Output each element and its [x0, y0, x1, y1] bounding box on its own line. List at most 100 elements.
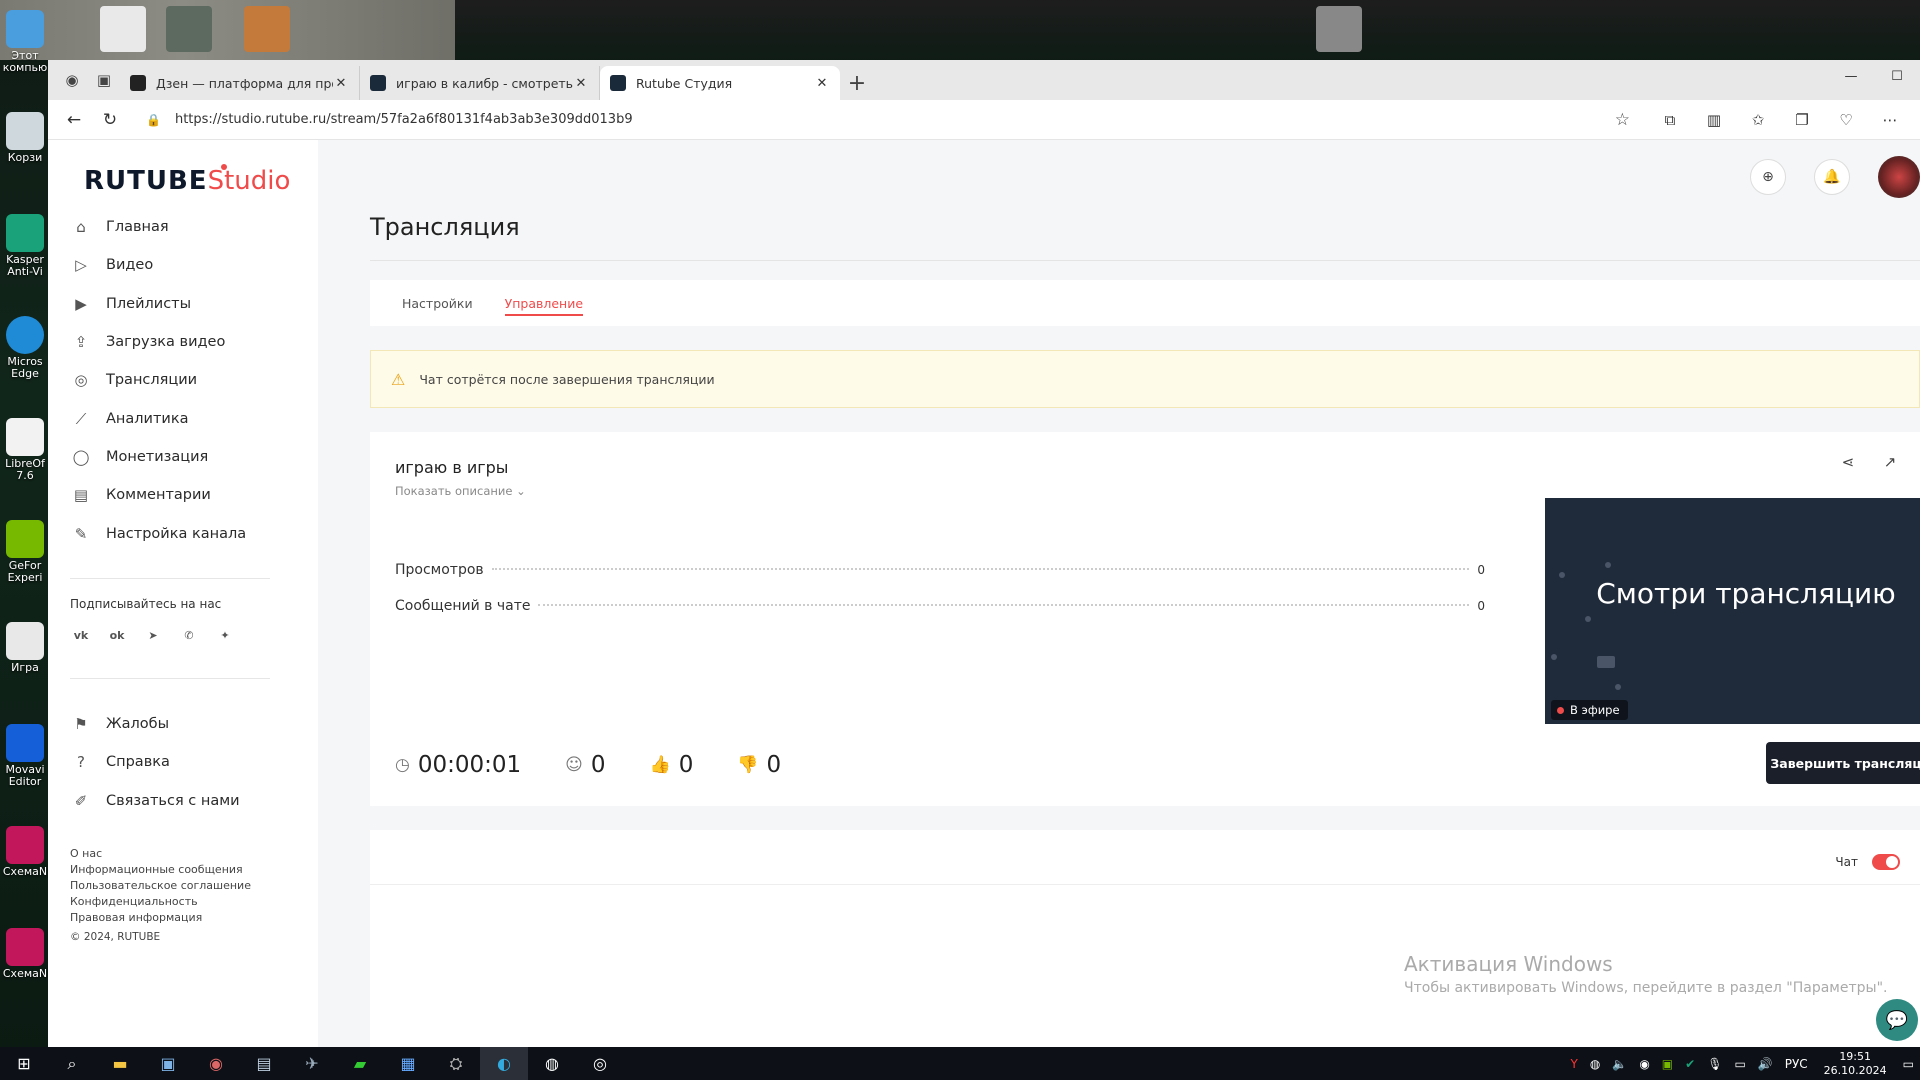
start-button[interactable]: ⊞ — [0, 1047, 48, 1080]
support-chat-button[interactable]: 💬 — [1876, 999, 1918, 1041]
url-field[interactable]: 🔒 https://studio.rutube.ru/stream/57fa2a… — [134, 105, 1642, 135]
extensions-button[interactable]: ⧉ — [1648, 104, 1692, 136]
desktop-icon-geforce[interactable]: GeFor Experi — [2, 520, 48, 584]
chat-toggle[interactable]: Чат — [1835, 854, 1900, 870]
close-tab-icon[interactable]: ✕ — [573, 76, 589, 91]
new-tab-button[interactable]: + — [840, 66, 874, 100]
odnoklassniki-icon[interactable]: ok — [106, 624, 128, 646]
desktop-icon-archive-2[interactable]: СхемаN — [2, 928, 48, 980]
tank-game-icon[interactable] — [166, 6, 212, 52]
show-description-toggle[interactable]: Показать описание ⌄ — [395, 484, 526, 498]
live-label: В эфире — [1570, 703, 1620, 717]
favorites-button[interactable]: ✩ — [1736, 104, 1780, 136]
taskbar-app-1[interactable]: ▣ — [144, 1047, 192, 1080]
browser-essentials-button[interactable]: ♡ — [1824, 104, 1868, 136]
favorite-star-icon[interactable]: ☆ — [1615, 110, 1630, 130]
avatar[interactable] — [1878, 156, 1920, 198]
chat-switch[interactable] — [1872, 854, 1900, 870]
speaker-icon[interactable]: 🔊 — [1758, 1057, 1773, 1071]
taskbar-app-7[interactable]: ⛭ — [432, 1047, 480, 1080]
notification-center-icon[interactable]: ▭ — [1903, 1057, 1914, 1071]
plus-box-icon: ⊕ — [1762, 169, 1774, 185]
taskbar-app-2[interactable]: ◉ — [192, 1047, 240, 1080]
notifications-button[interactable]: 🔔 — [1814, 159, 1850, 195]
more-menu-button[interactable]: ⋯ — [1868, 104, 1912, 136]
logo-sub-text: Studio — [207, 166, 291, 196]
close-tab-icon[interactable]: ✕ — [333, 76, 349, 91]
reload-button[interactable]: ↻ — [92, 104, 128, 136]
telegram-icon[interactable]: ➤ — [142, 624, 164, 646]
taskbar-steam[interactable]: ◍ — [528, 1047, 576, 1080]
back-button[interactable]: ← — [56, 104, 92, 136]
tab-management[interactable]: Управление — [504, 280, 584, 326]
footer-link-legal[interactable]: Правовая информация — [70, 910, 251, 926]
tab-settings[interactable]: Настройки — [402, 280, 473, 326]
sidebar-item-playlists[interactable]: ▶ Плейлисты — [70, 285, 310, 323]
desktop-icon-edge[interactable]: Micros Edge — [2, 316, 48, 380]
viber-icon[interactable]: ✆ — [178, 624, 200, 646]
stream-preview[interactable]: Смотри трансляцию В эфире — [1545, 498, 1920, 724]
taskbar-app-6[interactable]: ▦ — [384, 1047, 432, 1080]
taskbar-search[interactable]: ⌕ — [48, 1047, 96, 1080]
footer-link-about[interactable]: О нас — [70, 846, 251, 862]
steam-tray-icon[interactable]: ◍ — [1590, 1057, 1600, 1071]
desktop-icon-recycle[interactable]: Корзи — [2, 112, 48, 164]
yandex-icon[interactable]: Y — [1571, 1057, 1578, 1071]
split-screen-button[interactable]: ▥ — [1692, 104, 1736, 136]
browser-tab-dzen[interactable]: Дзен — платформа для просмотр ✕ — [120, 66, 360, 100]
taskbar-obs[interactable]: ◎ — [576, 1047, 624, 1080]
game-character-icon[interactable] — [244, 6, 290, 52]
sidebar-item-video[interactable]: ▷ Видео — [70, 246, 310, 284]
sidebar-item-comments[interactable]: ▤ Комментарии — [70, 476, 310, 514]
footer-link-agreement[interactable]: Пользовательское соглашение — [70, 878, 251, 894]
vk-icon[interactable]: vk — [70, 624, 92, 646]
taskbar-app-3[interactable]: ▤ — [240, 1047, 288, 1080]
sidebar-item-contact[interactable]: ✐ Связаться с нами — [70, 782, 310, 820]
minimize-icon[interactable]: — — [1828, 60, 1874, 92]
sidebar-item-upload[interactable]: ⇪ Загрузка видео — [70, 323, 310, 361]
desktop-icon-kaspersky[interactable]: Kasper Anti-Vi — [2, 214, 48, 278]
close-tab-icon[interactable]: ✕ — [814, 76, 830, 91]
nvidia-icon[interactable]: ▣ — [1662, 1057, 1673, 1071]
volume-icon[interactable]: 🔈 — [1612, 1057, 1627, 1071]
sidebar-item-monetization[interactable]: ◯ Монетизация — [70, 438, 310, 476]
sidebar-item-channel-settings[interactable]: ✎ Настройка канала — [70, 514, 310, 552]
sidebar-item-broadcasts[interactable]: ◎ Трансляции — [70, 361, 310, 399]
external-link-icon[interactable]: ↗ — [1880, 452, 1900, 472]
sidebar-item-help[interactable]: ? Справка — [70, 743, 310, 781]
profile-button[interactable]: ◉ — [56, 64, 88, 96]
language-indicator[interactable]: РУС — [1785, 1057, 1808, 1071]
rutube-studio-logo[interactable]: RUTUBEStudio — [84, 164, 291, 196]
sidebar-item-complaints[interactable]: ⚑ Жалобы — [70, 705, 310, 743]
workspaces-button[interactable]: ▣ — [88, 64, 120, 96]
desktop-icon-computer[interactable]: Этот компью — [2, 10, 48, 74]
more-socials-icon[interactable]: ✦ — [214, 624, 236, 646]
end-stream-button[interactable]: Завершить трансляцию — [1766, 742, 1920, 784]
taskbar-edge[interactable]: ◐ — [480, 1047, 528, 1080]
text-file-icon[interactable] — [100, 6, 146, 52]
clock[interactable]: 19:51 26.10.2024 — [1824, 1050, 1887, 1078]
browser-tab-video[interactable]: играю в калибр - смотреть виде ✕ — [360, 66, 600, 100]
footer-link-info[interactable]: Информационные сообщения — [70, 862, 251, 878]
taskbar-app-5[interactable]: ▰ — [336, 1047, 384, 1080]
share-icon[interactable]: ⋖ — [1838, 452, 1858, 472]
game-tray-icon[interactable]: ◉ — [1639, 1057, 1649, 1071]
microphone-icon[interactable]: 🎙 — [1707, 1057, 1722, 1071]
browser-tab-studio[interactable]: Rutube Студия ✕ — [600, 66, 840, 100]
racing-game-icon[interactable] — [1316, 6, 1362, 52]
desktop-icon-archive-1[interactable]: СхемаN — [2, 826, 48, 878]
collections-button[interactable]: ❐ — [1780, 104, 1824, 136]
desktop-icon-libreoffice[interactable]: LibreOf 7.6 — [2, 418, 48, 482]
taskbar-app-4[interactable]: ✈ — [288, 1047, 336, 1080]
desktop-icon-movavi[interactable]: Movavi Editor — [2, 724, 48, 788]
sidebar-item-home[interactable]: ⌂ Главная — [70, 208, 310, 246]
create-button[interactable]: ⊕ — [1750, 159, 1786, 195]
footer-link-privacy[interactable]: Конфиденциальность — [70, 894, 251, 910]
taskbar-explorer[interactable]: ▬ — [96, 1047, 144, 1080]
desktop-icon-game[interactable]: Игра — [2, 622, 48, 674]
network-icon[interactable]: ▭ — [1734, 1057, 1745, 1071]
sidebar-item-analytics[interactable]: ⟋ Аналитика — [70, 399, 310, 437]
kaspersky-tray-icon[interactable]: ✔ — [1685, 1057, 1695, 1071]
stat-chat-messages: Сообщений в чате 0 — [395, 598, 1485, 614]
maximize-icon[interactable]: ☐ — [1874, 60, 1920, 92]
